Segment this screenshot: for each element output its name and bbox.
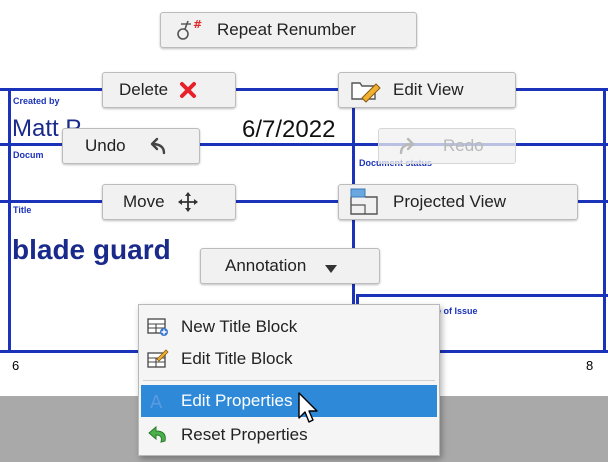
edit-view-label: Edit View	[393, 80, 464, 99]
projected-view-button[interactable]: Projected View	[338, 184, 578, 220]
projected-view-icon	[349, 187, 383, 217]
menu-item-edit-title-block[interactable]: Edit Title Block	[139, 343, 439, 375]
menu-item-new-title-block[interactable]: New Title Block	[139, 311, 439, 343]
delete-label: Delete	[119, 80, 169, 99]
repeat-renumber-label: Repeat Renumber	[217, 20, 356, 39]
title-block-right-border	[603, 88, 606, 353]
undo-button[interactable]: Undo	[62, 128, 200, 164]
menu-item-edit-properties[interactable]: A Edit Properties	[141, 385, 437, 417]
title-block-left-border	[8, 88, 11, 353]
redo-label: Redo	[443, 136, 484, 155]
renumber-icon: #	[171, 17, 207, 43]
ruler-mark-left: 6	[12, 358, 20, 373]
edit-view-icon	[349, 77, 383, 103]
created-by-label: Created by	[13, 96, 60, 106]
edit-title-block-icon	[147, 348, 169, 370]
reset-properties-icon	[147, 424, 169, 446]
title-label: Title	[13, 205, 32, 215]
date-value: 6/7/2022	[242, 116, 336, 143]
move-label: Move	[123, 192, 165, 211]
delete-x-icon	[178, 80, 198, 100]
menu-item-reset-properties[interactable]: Reset Properties	[139, 419, 439, 451]
ruler-mark-right: 8	[586, 358, 594, 373]
title-value: blade guard	[12, 234, 171, 265]
move-arrows-icon	[177, 191, 199, 213]
title-block-row-divider-3	[358, 294, 608, 297]
svg-text:A: A	[150, 392, 163, 411]
redo-arrow-icon	[399, 136, 421, 156]
delete-button[interactable]: Delete	[102, 72, 236, 108]
date-of-issue-label: e of Issue	[436, 306, 478, 316]
edit-view-button[interactable]: Edit View	[338, 72, 516, 108]
annotation-menu: New Title Block Edit Title Block A Edit …	[138, 304, 440, 456]
menu-separator	[143, 380, 435, 381]
redo-button[interactable]: Redo	[378, 128, 516, 164]
undo-arrow-icon	[144, 136, 166, 156]
menu-item-label: Edit Properties	[181, 391, 293, 410]
document-label: Docum	[13, 150, 44, 160]
menu-item-label: Edit Title Block	[181, 349, 293, 368]
mouse-cursor-icon	[298, 392, 322, 428]
chevron-down-icon	[324, 260, 338, 273]
move-button[interactable]: Move	[102, 184, 236, 220]
edit-properties-icon: A	[147, 390, 169, 412]
title-block-top-border	[0, 88, 608, 91]
annotation-dropdown-button[interactable]: Annotation	[200, 248, 380, 284]
undo-label: Undo	[85, 136, 126, 155]
svg-text:#: #	[193, 18, 202, 31]
menu-item-label: Reset Properties	[181, 425, 308, 444]
menu-item-label: New Title Block	[181, 317, 298, 336]
annotation-label: Annotation	[225, 256, 307, 275]
projected-view-label: Projected View	[393, 192, 507, 211]
new-title-block-icon	[147, 316, 169, 338]
repeat-renumber-button[interactable]: # Repeat Renumber	[160, 12, 417, 48]
